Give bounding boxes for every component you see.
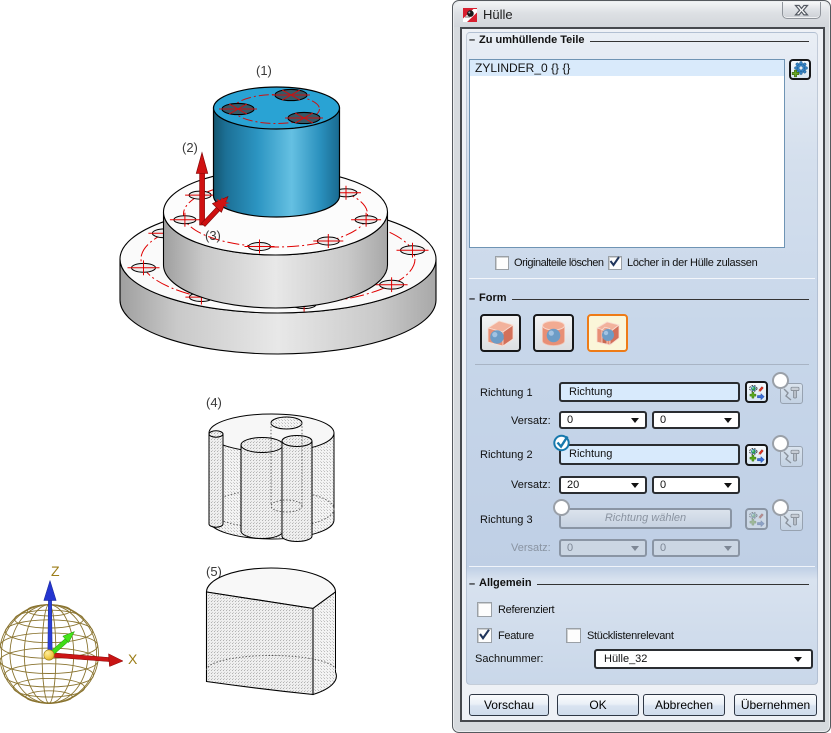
svg-text:(3): (3) <box>205 228 221 243</box>
svg-text:(4): (4) <box>206 395 222 410</box>
svg-text:Z: Z <box>51 563 60 579</box>
svg-text:(2): (2) <box>182 140 198 155</box>
svg-text:X: X <box>128 651 138 667</box>
svg-text:(5): (5) <box>206 564 222 579</box>
svg-text:(1): (1) <box>256 63 272 78</box>
